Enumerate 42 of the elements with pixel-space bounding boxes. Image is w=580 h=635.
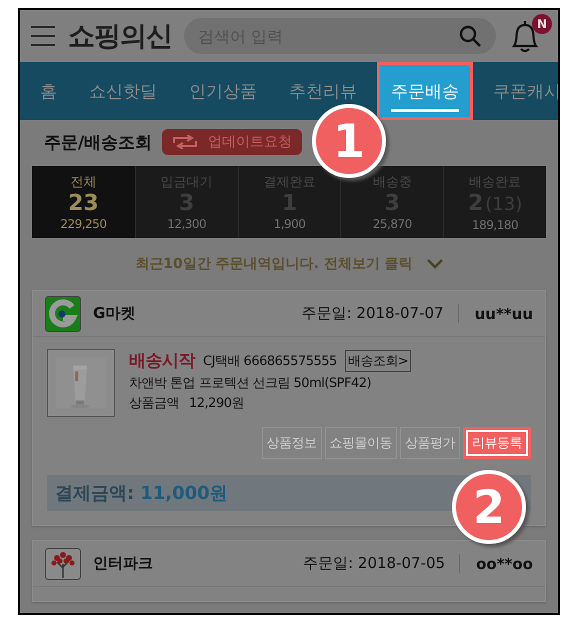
mall-logo [45,296,81,332]
action-button[interactable]: 상품평가 [400,427,460,459]
status-count: 23 [68,191,99,217]
notice-link[interactable]: 최근10일간 주문내역입니다. 전체보기 클릭 [135,255,413,273]
section-title: 주문/배송조회 [44,132,152,154]
nav-tab[interactable]: 추천리뷰 [277,79,369,103]
product-name[interactable]: 차앤박 톤업 프로텍션 선크림 50ml(SPF42) [129,374,412,392]
payment-amount: 11,000원 [140,482,228,505]
status-tab[interactable]: 전체 23 229,250 [32,166,135,238]
update-button[interactable]: 업데이트요청 [162,129,302,155]
price-label: 상품금액 [129,395,179,412]
mall-name: G마켓 [93,304,136,323]
action-button[interactable]: 쇼핑몰이동 [324,427,397,459]
user-id: uu**uu [474,304,533,322]
payment-label: 결제금액: [55,482,134,505]
order-date: 주문일: 2018-07-05 [303,554,460,573]
delivery-status: 배송시작 [129,350,195,372]
track-button[interactable]: 배송조회> [344,350,412,372]
logo[interactable]: 쇼핑의신 [68,18,172,54]
search-icon[interactable] [458,24,482,48]
status-label: 전체 [70,174,96,191]
nav-tab[interactable]: 인기상품 [177,79,269,103]
chevron-down-icon[interactable] [426,259,443,269]
nav-tab[interactable]: 주문배송 [377,62,473,120]
order-date: 주문일: 2018-07-07 [302,304,459,323]
mall-name: 인터파크 [93,554,154,573]
action-button[interactable]: 상품정보 [262,427,322,459]
user-id: oo**oo [475,554,533,572]
refresh-icon [172,135,198,149]
tree-logo [45,548,81,580]
nav-tab[interactable]: 쇼신핫딜 [77,79,169,103]
notification-badge: N [532,14,552,34]
status-amount: 25,870 [372,217,412,231]
status-amount: 1,900 [274,217,306,231]
menu-icon[interactable] [30,25,56,47]
status-amount: 189,180 [472,218,518,232]
nav-tab[interactable]: 홈 [28,79,69,103]
tracking-number: CJ택배 666865575555 [203,352,337,370]
action-button[interactable]: 리뷰등록 [463,427,531,459]
status-amount: 229,250 [60,217,106,231]
product-price: 12,290원 [189,395,244,412]
status-amount: 12,300 [167,217,206,231]
